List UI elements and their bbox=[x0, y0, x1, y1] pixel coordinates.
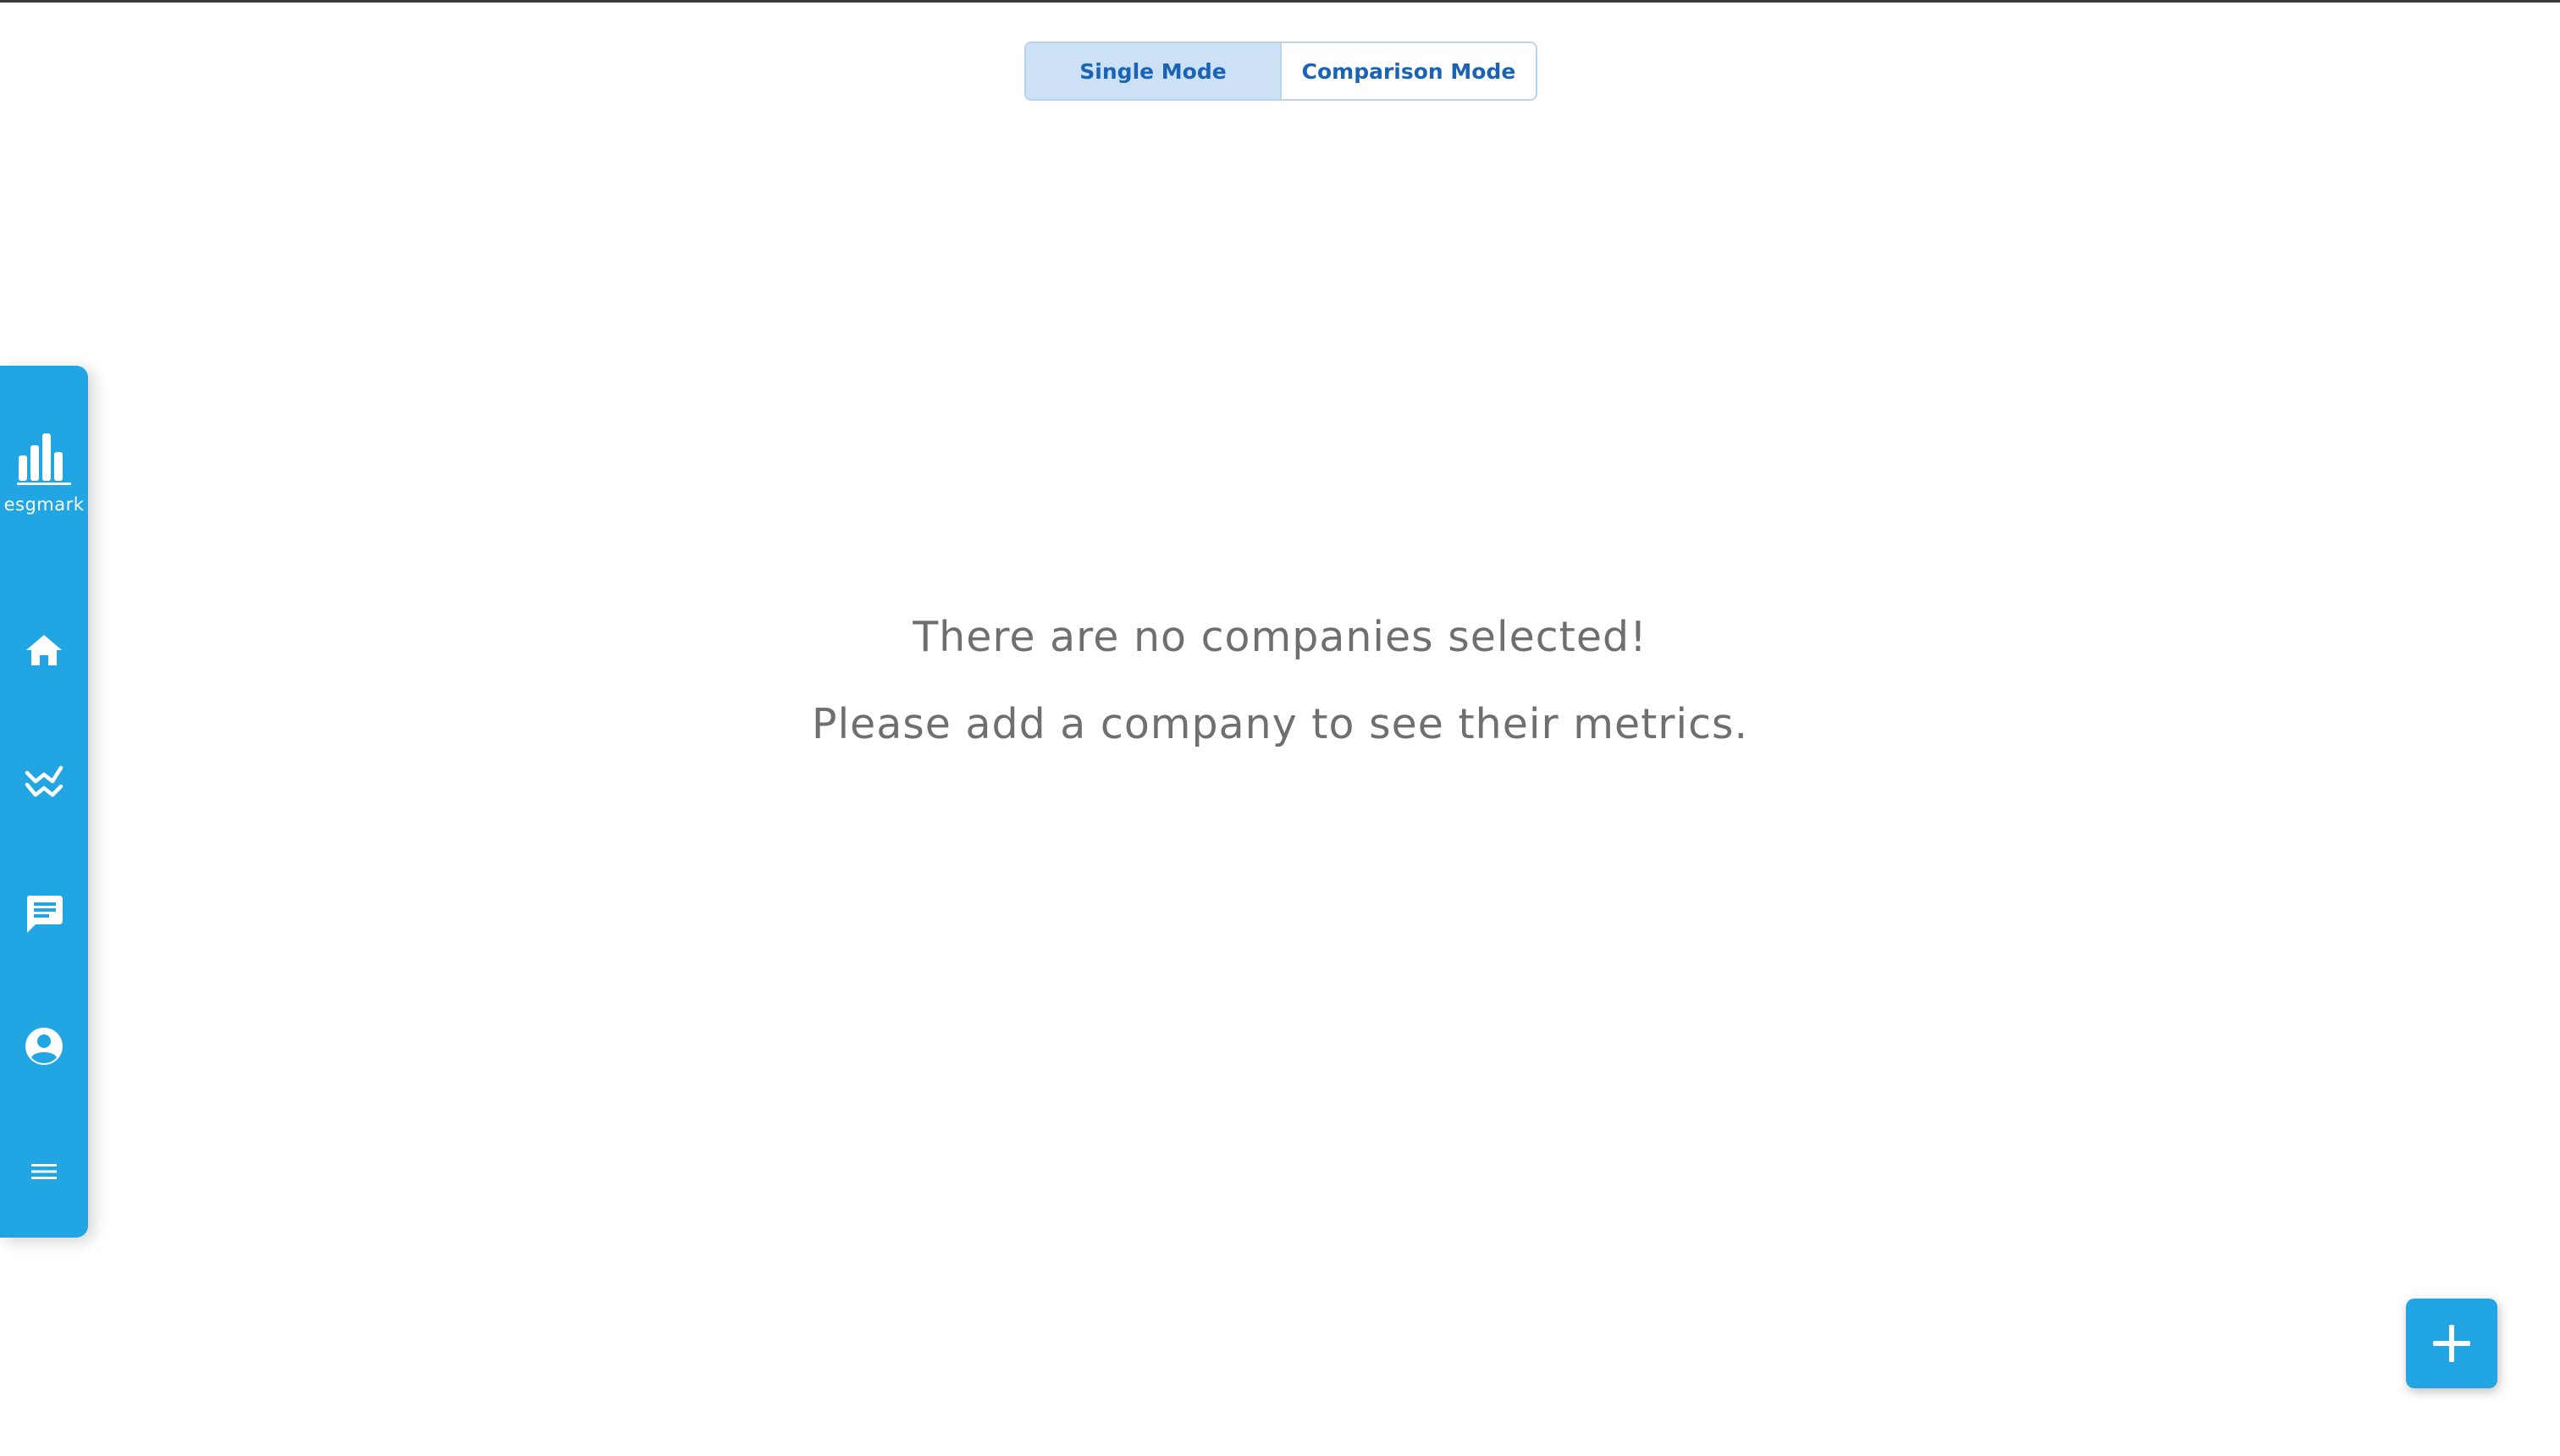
top-border bbox=[0, 0, 2560, 3]
add-company-button[interactable] bbox=[2406, 1299, 2497, 1388]
brand-logo[interactable]: esgmark bbox=[0, 433, 88, 515]
empty-state-message: Please add a company to see their metric… bbox=[811, 700, 1749, 748]
menu-icon bbox=[31, 1164, 57, 1179]
sidebar-item-trends[interactable] bbox=[0, 748, 88, 816]
plus-icon bbox=[2433, 1325, 2470, 1362]
mode-toggle: Single Mode Comparison Mode bbox=[1024, 41, 1537, 101]
sidebar-item-menu[interactable] bbox=[0, 1138, 88, 1205]
single-mode-button[interactable]: Single Mode bbox=[1026, 43, 1280, 99]
bar-chart-logo-icon bbox=[17, 433, 71, 485]
sidebar-item-chat[interactable] bbox=[0, 880, 88, 948]
trending-icon bbox=[25, 765, 63, 797]
brand-name: esgmark bbox=[3, 494, 85, 515]
chat-icon bbox=[26, 896, 63, 933]
sidebar: esgmark bbox=[0, 366, 88, 1238]
empty-state-title: There are no companies selected! bbox=[913, 613, 1647, 661]
sidebar-item-account[interactable] bbox=[0, 1012, 88, 1080]
account-icon bbox=[25, 1028, 63, 1065]
comparison-mode-button[interactable]: Comparison Mode bbox=[1280, 43, 1536, 99]
